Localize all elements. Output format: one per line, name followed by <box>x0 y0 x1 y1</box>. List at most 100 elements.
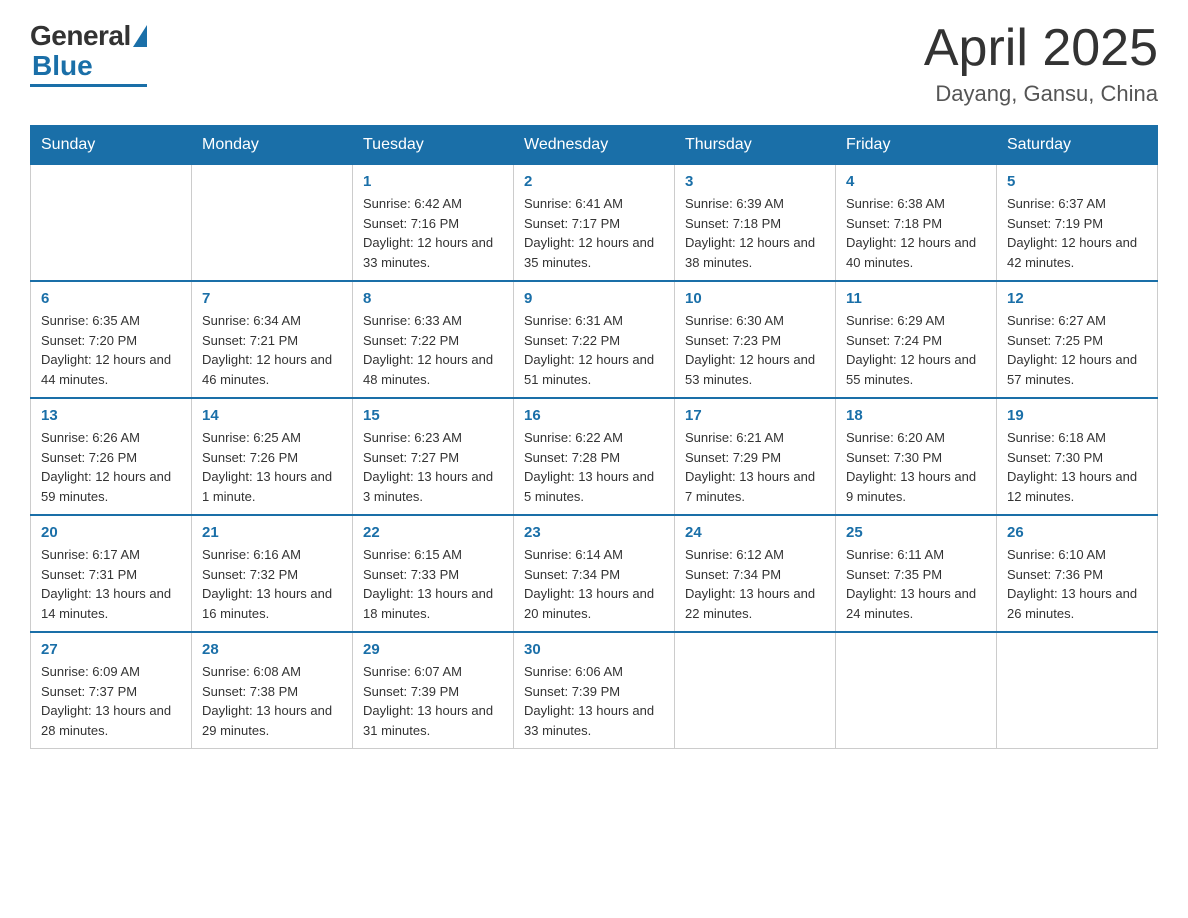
calendar-cell: 29 Sunrise: 6:07 AMSunset: 7:39 PMDayligh… <box>353 632 514 749</box>
day-number: 17 <box>685 407 825 424</box>
day-info: Sunrise: 6:23 AMSunset: 7:27 PMDaylight:… <box>363 428 503 506</box>
day-info: Sunrise: 6:20 AMSunset: 7:30 PMDaylight:… <box>846 428 986 506</box>
header-sunday: Sunday <box>31 126 192 165</box>
day-info: Sunrise: 6:27 AMSunset: 7:25 PMDaylight:… <box>1007 311 1147 389</box>
day-number: 3 <box>685 173 825 190</box>
day-number: 5 <box>1007 173 1147 190</box>
day-info: Sunrise: 6:09 AMSunset: 7:37 PMDaylight:… <box>41 662 181 740</box>
calendar-cell: 14 Sunrise: 6:25 AMSunset: 7:26 PMDayligh… <box>192 398 353 515</box>
day-info: Sunrise: 6:11 AMSunset: 7:35 PMDaylight:… <box>846 545 986 623</box>
title-section: April 2025 Dayang, Gansu, China <box>924 20 1158 107</box>
calendar-cell: 23 Sunrise: 6:14 AMSunset: 7:34 PMDayligh… <box>514 515 675 632</box>
calendar-cell: 9Sunrise: 6:31 AMSunset: 7:22 PMDaylight… <box>514 281 675 398</box>
day-info: Sunrise: 6:15 AMSunset: 7:33 PMDaylight:… <box>363 545 503 623</box>
day-info: Sunrise: 6:07 AMSunset: 7:39 PMDaylight:… <box>363 662 503 740</box>
day-info: Sunrise: 6:42 AMSunset: 7:16 PMDaylight:… <box>363 194 503 272</box>
day-number: 16 <box>524 407 664 424</box>
day-info: Sunrise: 6:17 AMSunset: 7:31 PMDaylight:… <box>41 545 181 623</box>
header-tuesday: Tuesday <box>353 126 514 165</box>
header-thursday: Thursday <box>675 126 836 165</box>
calendar-cell: 12Sunrise: 6:27 AMSunset: 7:25 PMDayligh… <box>997 281 1158 398</box>
calendar-week-4: 20Sunrise: 6:17 AMSunset: 7:31 PMDayligh… <box>31 515 1158 632</box>
day-number: 11 <box>846 290 986 307</box>
calendar-cell: 3 Sunrise: 6:39 AMSunset: 7:18 PMDaylight… <box>675 165 836 282</box>
day-info: Sunrise: 6:21 AMSunset: 7:29 PMDaylight:… <box>685 428 825 506</box>
day-number: 26 <box>1007 524 1147 541</box>
calendar-cell: 13 Sunrise: 6:26 AMSunset: 7:26 PMDayligh… <box>31 398 192 515</box>
logo-underline <box>30 84 147 87</box>
day-info: Sunrise: 6:10 AMSunset: 7:36 PMDaylight:… <box>1007 545 1147 623</box>
day-info: Sunrise: 6:25 AMSunset: 7:26 PMDaylight:… <box>202 428 342 506</box>
day-number: 6 <box>41 290 181 307</box>
day-number: 2 <box>524 173 664 190</box>
calendar-table: SundayMondayTuesdayWednesdayThursdayFrid… <box>30 125 1158 749</box>
day-info: Sunrise: 6:35 AMSunset: 7:20 PMDaylight:… <box>41 311 181 389</box>
calendar-week-5: 27 Sunrise: 6:09 AMSunset: 7:37 PMDayligh… <box>31 632 1158 749</box>
day-info: Sunrise: 6:38 AMSunset: 7:18 PMDaylight:… <box>846 194 986 272</box>
calendar-cell: 15 Sunrise: 6:23 AMSunset: 7:27 PMDayligh… <box>353 398 514 515</box>
calendar-cell: 4 Sunrise: 6:38 AMSunset: 7:18 PMDaylight… <box>836 165 997 282</box>
calendar-cell: 1Sunrise: 6:42 AMSunset: 7:16 PMDaylight… <box>353 165 514 282</box>
day-info: Sunrise: 6:14 AMSunset: 7:34 PMDaylight:… <box>524 545 664 623</box>
calendar-cell: 21Sunrise: 6:16 AMSunset: 7:32 PMDayligh… <box>192 515 353 632</box>
day-info: Sunrise: 6:33 AMSunset: 7:22 PMDaylight:… <box>363 311 503 389</box>
month-title: April 2025 <box>924 20 1158 77</box>
calendar-cell: 17 Sunrise: 6:21 AMSunset: 7:29 PMDayligh… <box>675 398 836 515</box>
day-info: Sunrise: 6:37 AMSunset: 7:19 PMDaylight:… <box>1007 194 1147 272</box>
calendar-cell: 19 Sunrise: 6:18 AMSunset: 7:30 PMDayligh… <box>997 398 1158 515</box>
day-number: 23 <box>524 524 664 541</box>
day-number: 15 <box>363 407 503 424</box>
calendar-cell <box>997 632 1158 749</box>
calendar-cell: 6 Sunrise: 6:35 AMSunset: 7:20 PMDaylight… <box>31 281 192 398</box>
day-number: 24 <box>685 524 825 541</box>
logo-general-text: General <box>30 20 131 52</box>
header-monday: Monday <box>192 126 353 165</box>
day-info: Sunrise: 6:41 AMSunset: 7:17 PMDaylight:… <box>524 194 664 272</box>
calendar-cell: 30Sunrise: 6:06 AMSunset: 7:39 PMDayligh… <box>514 632 675 749</box>
day-info: Sunrise: 6:29 AMSunset: 7:24 PMDaylight:… <box>846 311 986 389</box>
day-number: 29 <box>363 641 503 658</box>
calendar-cell <box>31 165 192 282</box>
day-info: Sunrise: 6:26 AMSunset: 7:26 PMDaylight:… <box>41 428 181 506</box>
calendar-cell: 5 Sunrise: 6:37 AMSunset: 7:19 PMDaylight… <box>997 165 1158 282</box>
calendar-cell <box>675 632 836 749</box>
day-info: Sunrise: 6:06 AMSunset: 7:39 PMDaylight:… <box>524 662 664 740</box>
day-number: 27 <box>41 641 181 658</box>
calendar-cell: 7Sunrise: 6:34 AMSunset: 7:21 PMDaylight… <box>192 281 353 398</box>
day-number: 14 <box>202 407 342 424</box>
calendar-cell <box>192 165 353 282</box>
calendar-cell: 8 Sunrise: 6:33 AMSunset: 7:22 PMDaylight… <box>353 281 514 398</box>
calendar-cell: 11 Sunrise: 6:29 AMSunset: 7:24 PMDayligh… <box>836 281 997 398</box>
calendar-cell <box>836 632 997 749</box>
day-number: 13 <box>41 407 181 424</box>
day-number: 19 <box>1007 407 1147 424</box>
logo-blue-text: Blue <box>32 50 93 82</box>
calendar-week-1: 1Sunrise: 6:42 AMSunset: 7:16 PMDaylight… <box>31 165 1158 282</box>
calendar-cell: 26 Sunrise: 6:10 AMSunset: 7:36 PMDayligh… <box>997 515 1158 632</box>
calendar-cell: 16Sunrise: 6:22 AMSunset: 7:28 PMDayligh… <box>514 398 675 515</box>
day-number: 22 <box>363 524 503 541</box>
location-title: Dayang, Gansu, China <box>924 81 1158 107</box>
day-number: 8 <box>363 290 503 307</box>
day-number: 18 <box>846 407 986 424</box>
calendar-cell: 20Sunrise: 6:17 AMSunset: 7:31 PMDayligh… <box>31 515 192 632</box>
calendar-cell: 28 Sunrise: 6:08 AMSunset: 7:38 PMDayligh… <box>192 632 353 749</box>
calendar-cell: 10Sunrise: 6:30 AMSunset: 7:23 PMDayligh… <box>675 281 836 398</box>
day-number: 9 <box>524 290 664 307</box>
day-info: Sunrise: 6:39 AMSunset: 7:18 PMDaylight:… <box>685 194 825 272</box>
day-number: 28 <box>202 641 342 658</box>
day-number: 7 <box>202 290 342 307</box>
calendar-cell: 27 Sunrise: 6:09 AMSunset: 7:37 PMDayligh… <box>31 632 192 749</box>
day-info: Sunrise: 6:08 AMSunset: 7:38 PMDaylight:… <box>202 662 342 740</box>
day-number: 4 <box>846 173 986 190</box>
day-info: Sunrise: 6:18 AMSunset: 7:30 PMDaylight:… <box>1007 428 1147 506</box>
day-info: Sunrise: 6:30 AMSunset: 7:23 PMDaylight:… <box>685 311 825 389</box>
calendar-cell: 18 Sunrise: 6:20 AMSunset: 7:30 PMDayligh… <box>836 398 997 515</box>
calendar-header-row: SundayMondayTuesdayWednesdayThursdayFrid… <box>31 126 1158 165</box>
calendar-week-2: 6 Sunrise: 6:35 AMSunset: 7:20 PMDaylight… <box>31 281 1158 398</box>
header-saturday: Saturday <box>997 126 1158 165</box>
logo: General Blue <box>30 20 147 87</box>
page-header: General Blue April 2025 Dayang, Gansu, C… <box>30 20 1158 107</box>
logo-triangle-icon <box>133 25 147 47</box>
calendar-cell: 2 Sunrise: 6:41 AMSunset: 7:17 PMDaylight… <box>514 165 675 282</box>
